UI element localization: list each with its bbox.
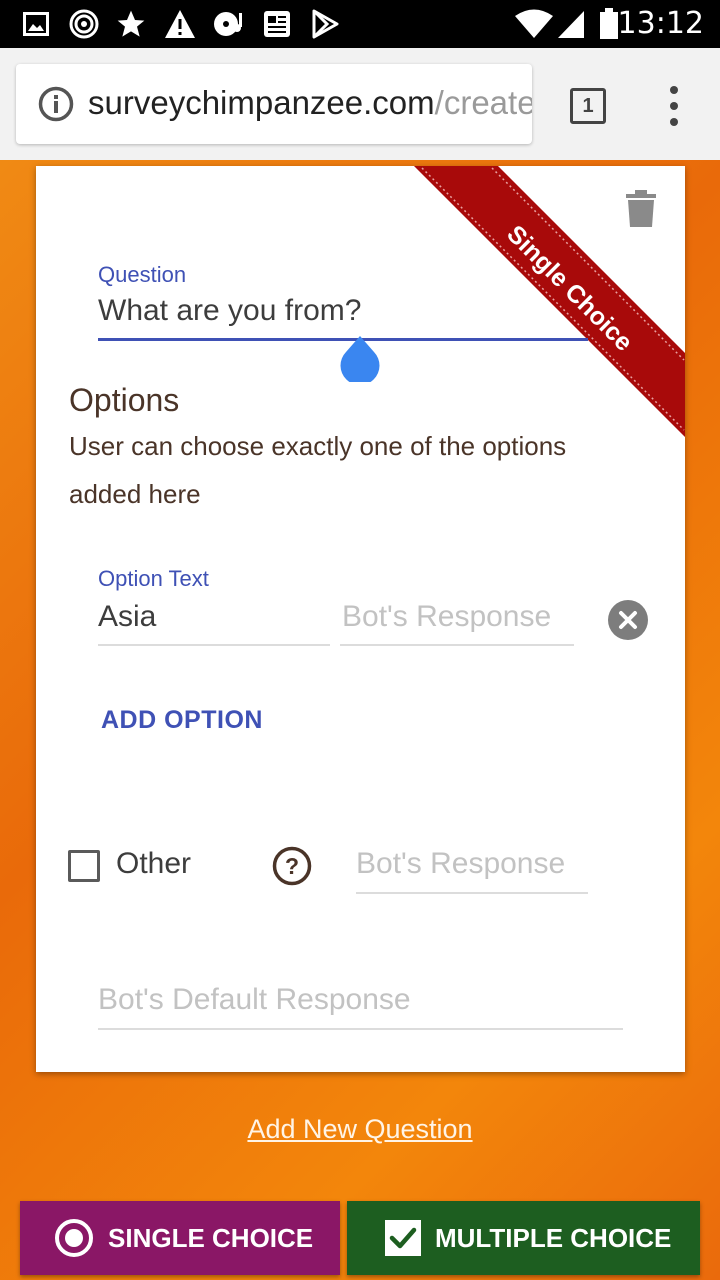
other-bot-response-underline bbox=[356, 892, 588, 894]
news-icon bbox=[261, 8, 293, 40]
option-text-underline bbox=[98, 644, 330, 646]
add-option-button[interactable]: ADD OPTION bbox=[101, 706, 263, 735]
status-bar: 13:12 bbox=[0, 0, 720, 48]
url-domain: surveychimpanzee.com bbox=[88, 84, 435, 121]
single-choice-label: SINGLE CHOICE bbox=[108, 1222, 314, 1253]
option-text-input[interactable]: Asia bbox=[98, 600, 156, 634]
text-cursor-handle[interactable] bbox=[340, 336, 380, 386]
clock: 13:12 bbox=[617, 6, 704, 41]
checkbox-checked-icon bbox=[383, 1218, 423, 1258]
signal-icon bbox=[556, 8, 586, 40]
disc-icon bbox=[212, 8, 246, 40]
hotspot-icon bbox=[68, 8, 100, 40]
question-input[interactable]: What are you from? bbox=[98, 294, 361, 328]
other-checkbox[interactable] bbox=[68, 850, 100, 882]
question-label: Question bbox=[98, 262, 187, 287]
wifi-icon bbox=[514, 8, 554, 40]
option-text-label: Option Text bbox=[98, 566, 209, 591]
other-bot-response-input[interactable]: Bot's Response bbox=[356, 847, 565, 881]
default-response-input[interactable]: Bot's Default Response bbox=[98, 983, 411, 1017]
browser-toolbar: surveychimpanzee.com/create 1 bbox=[0, 48, 720, 160]
option-bot-response-underline bbox=[340, 644, 574, 646]
address-bar[interactable]: surveychimpanzee.com/create bbox=[16, 64, 532, 144]
multiple-choice-button[interactable]: MULTIPLE CHOICE bbox=[347, 1201, 700, 1275]
other-label: Other bbox=[116, 847, 192, 880]
tab-switcher-button[interactable]: 1 bbox=[570, 88, 606, 124]
warning-icon bbox=[163, 8, 197, 40]
radio-icon bbox=[54, 1218, 94, 1258]
question-card: Single Choice Question What are you from… bbox=[36, 166, 685, 1072]
single-choice-button[interactable]: SINGLE CHOICE bbox=[20, 1201, 340, 1275]
info-icon[interactable] bbox=[38, 86, 74, 122]
options-title: Options bbox=[69, 382, 180, 418]
help-icon[interactable]: ? bbox=[272, 846, 312, 886]
more-options-icon[interactable] bbox=[662, 84, 686, 128]
option-bot-response-input[interactable]: Bot's Response bbox=[342, 600, 551, 634]
options-description: User can choose exactly one of the optio… bbox=[69, 431, 567, 509]
multiple-choice-label: MULTIPLE CHOICE bbox=[435, 1222, 672, 1253]
default-response-underline bbox=[98, 1028, 623, 1030]
image-icon bbox=[22, 8, 50, 40]
star-icon bbox=[114, 8, 148, 40]
add-new-question-link[interactable]: Add New Question bbox=[0, 1114, 720, 1145]
trash-icon[interactable] bbox=[626, 190, 656, 228]
url-path: /create bbox=[434, 84, 532, 121]
remove-option-icon[interactable] bbox=[608, 600, 648, 640]
url-text[interactable]: surveychimpanzee.com/create bbox=[88, 84, 532, 122]
add-new-question-label: Add New Question bbox=[247, 1114, 473, 1144]
svg-text:?: ? bbox=[285, 853, 299, 879]
play-store-icon bbox=[310, 8, 340, 40]
